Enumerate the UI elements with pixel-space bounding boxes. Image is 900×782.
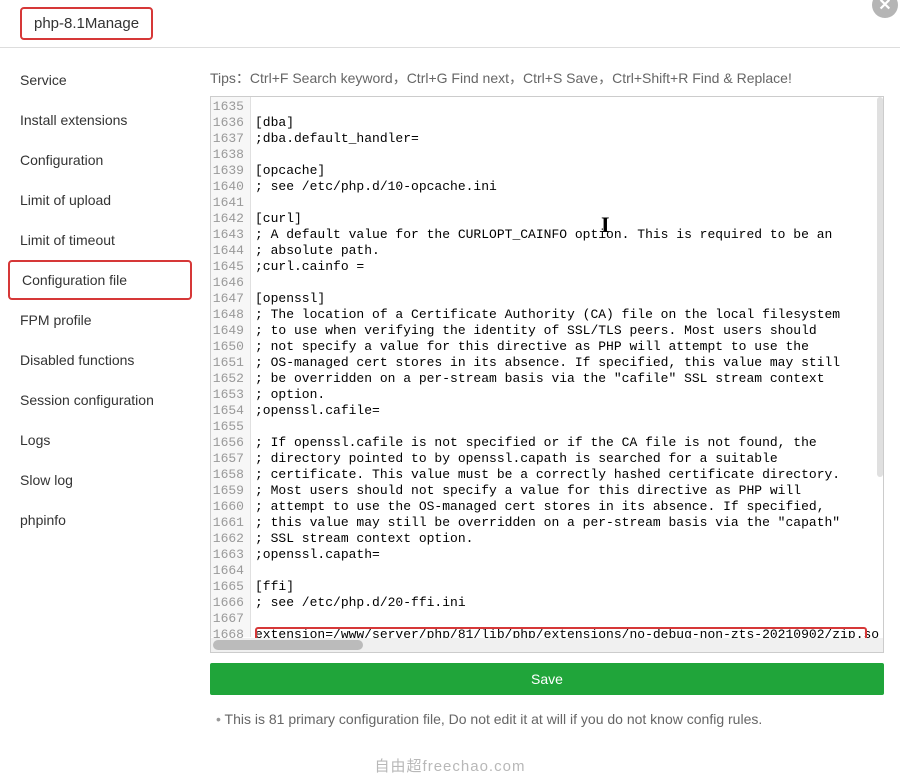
sidebar-item-logs[interactable]: Logs [0, 420, 200, 460]
sidebar-item-install-extensions[interactable]: Install extensions [0, 100, 200, 140]
page-title: php-8.1Manage [20, 7, 153, 40]
main: ServiceInstall extensionsConfigurationLi… [0, 48, 900, 728]
vertical-scrollbar-thumb[interactable] [877, 97, 883, 477]
code-content[interactable]: [dba];dba.default_handler=[opcache]; see… [255, 99, 879, 643]
header: php-8.1Manage ✕ [0, 0, 900, 48]
save-button[interactable]: Save [210, 663, 884, 695]
sidebar-item-disabled-functions[interactable]: Disabled functions [0, 340, 200, 380]
close-icon[interactable]: ✕ [872, 0, 898, 18]
sidebar-item-fpm-profile[interactable]: FPM profile [0, 300, 200, 340]
horizontal-scrollbar[interactable] [211, 638, 883, 652]
sidebar-item-limit-of-timeout[interactable]: Limit of timeout [0, 220, 200, 260]
line-gutter: 1635163616371638163916401641164216431644… [211, 97, 251, 637]
sidebar-item-phpinfo[interactable]: phpinfo [0, 500, 200, 540]
sidebar: ServiceInstall extensionsConfigurationLi… [0, 48, 200, 728]
watermark: 自由超freechao.com [375, 755, 526, 776]
sidebar-item-limit-of-upload[interactable]: Limit of upload [0, 180, 200, 220]
sidebar-item-slow-log[interactable]: Slow log [0, 460, 200, 500]
content: Tips：Ctrl+F Search keyword，Ctrl+G Find n… [200, 48, 900, 728]
footer-note: This is 81 primary configuration file, D… [210, 711, 884, 727]
vertical-scrollbar[interactable] [875, 97, 883, 638]
code-editor[interactable]: 1635163616371638163916401641164216431644… [210, 96, 884, 653]
sidebar-item-configuration[interactable]: Configuration [0, 140, 200, 180]
horizontal-scrollbar-thumb[interactable] [213, 640, 363, 650]
sidebar-item-configuration-file[interactable]: Configuration file [8, 260, 192, 300]
sidebar-item-service[interactable]: Service [0, 60, 200, 100]
tips-text: Tips：Ctrl+F Search keyword，Ctrl+G Find n… [210, 68, 884, 88]
sidebar-item-session-configuration[interactable]: Session configuration [0, 380, 200, 420]
